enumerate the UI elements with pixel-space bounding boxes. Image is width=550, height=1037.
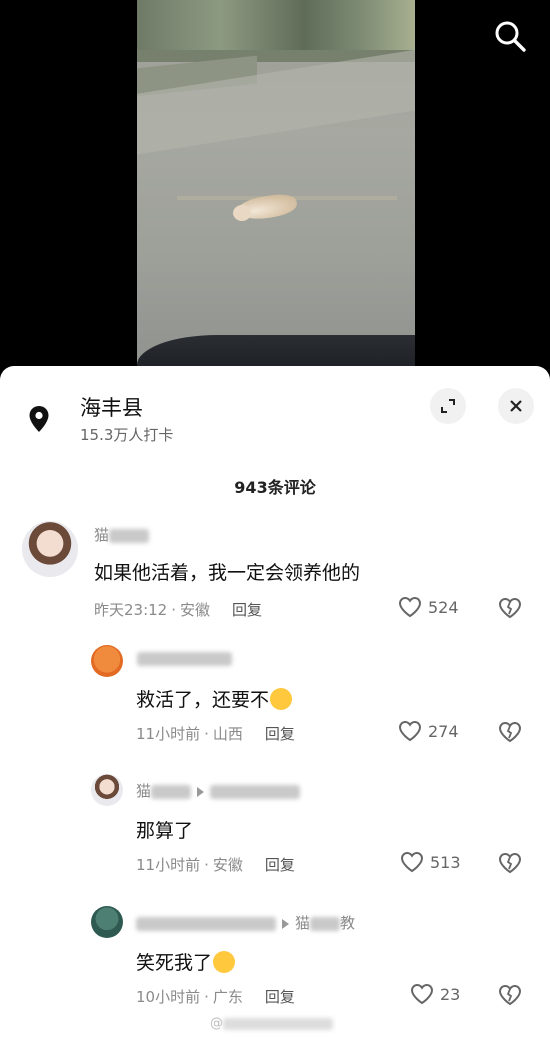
like-button[interactable]: 23 [410,983,460,1005]
comment-meta: 11小时前 · 山西 回复 [136,725,295,743]
heart-icon [398,596,422,618]
comments-sheet: 海丰县 15.3万人打卡 943条评论 猫 如果他活着，我一定会领养他的 昨天2… [0,366,550,1037]
comment-author[interactable]: 猫 [94,524,150,545]
like-button[interactable]: 524 [398,596,459,618]
heart-icon [400,851,424,873]
comment-text: 如果他活着，我一定会领养他的 [94,562,361,584]
reply-button[interactable]: 回复 [265,856,295,874]
location-title[interactable]: 海丰县 [80,392,143,422]
video-player[interactable] [0,0,550,372]
broken-heart-icon [498,721,522,743]
search-button[interactable] [488,14,532,58]
reply-button[interactable]: 回复 [265,988,295,1006]
comment-text: 救活了，还要不 [136,685,293,712]
dislike-button[interactable] [498,984,522,1010]
close-icon [510,400,522,412]
dislike-button[interactable] [498,721,522,747]
broken-heart-icon [498,852,522,874]
comment-author[interactable] [137,649,232,667]
broken-heart-icon [498,597,522,619]
avatar[interactable] [22,521,78,577]
like-count: 524 [428,597,459,617]
comment-meta: 10小时前 · 广东 回复 [136,988,295,1006]
comment-meta: 昨天23:12 · 安徽 回复 [94,601,263,619]
like-count: 274 [428,721,459,741]
dislike-button[interactable] [498,597,522,623]
video-frame [137,0,415,372]
reply-button[interactable]: 回复 [265,725,295,743]
comment-text: 那算了 [136,820,194,842]
heart-icon [410,983,434,1005]
comment-author[interactable]: 猫 [136,780,301,801]
like-button[interactable]: 513 [400,851,461,873]
laughing-crying-emoji-icon [213,951,236,973]
heart-icon [398,720,422,742]
expand-icon [441,399,455,413]
avatar[interactable] [91,906,123,938]
broken-heart-icon [498,984,522,1006]
comment-text: 笑死我了 [136,948,236,975]
expand-button[interactable] [430,388,466,424]
comment-meta: 11小时前 · 安徽 回复 [136,856,295,874]
grinning-emoji-icon [270,688,293,710]
cat-head [233,205,251,221]
reply-button[interactable]: 回复 [232,601,262,619]
like-count: 23 [440,984,461,1004]
like-button[interactable]: 274 [398,720,459,742]
location-checkins: 15.3万人打卡 [80,426,174,444]
location-pin-icon [24,404,54,434]
comment-author[interactable]: 猫教 [136,912,355,933]
watermark: @ [210,1016,333,1031]
comment-count: 943条评论 [234,478,316,497]
search-icon [495,21,526,52]
avatar[interactable] [91,645,123,677]
dislike-button[interactable] [498,852,522,878]
like-count: 513 [430,852,461,872]
reply-arrow-icon [282,918,289,929]
avatar[interactable] [91,774,123,806]
close-button[interactable] [498,388,534,424]
reply-arrow-icon [197,786,205,797]
